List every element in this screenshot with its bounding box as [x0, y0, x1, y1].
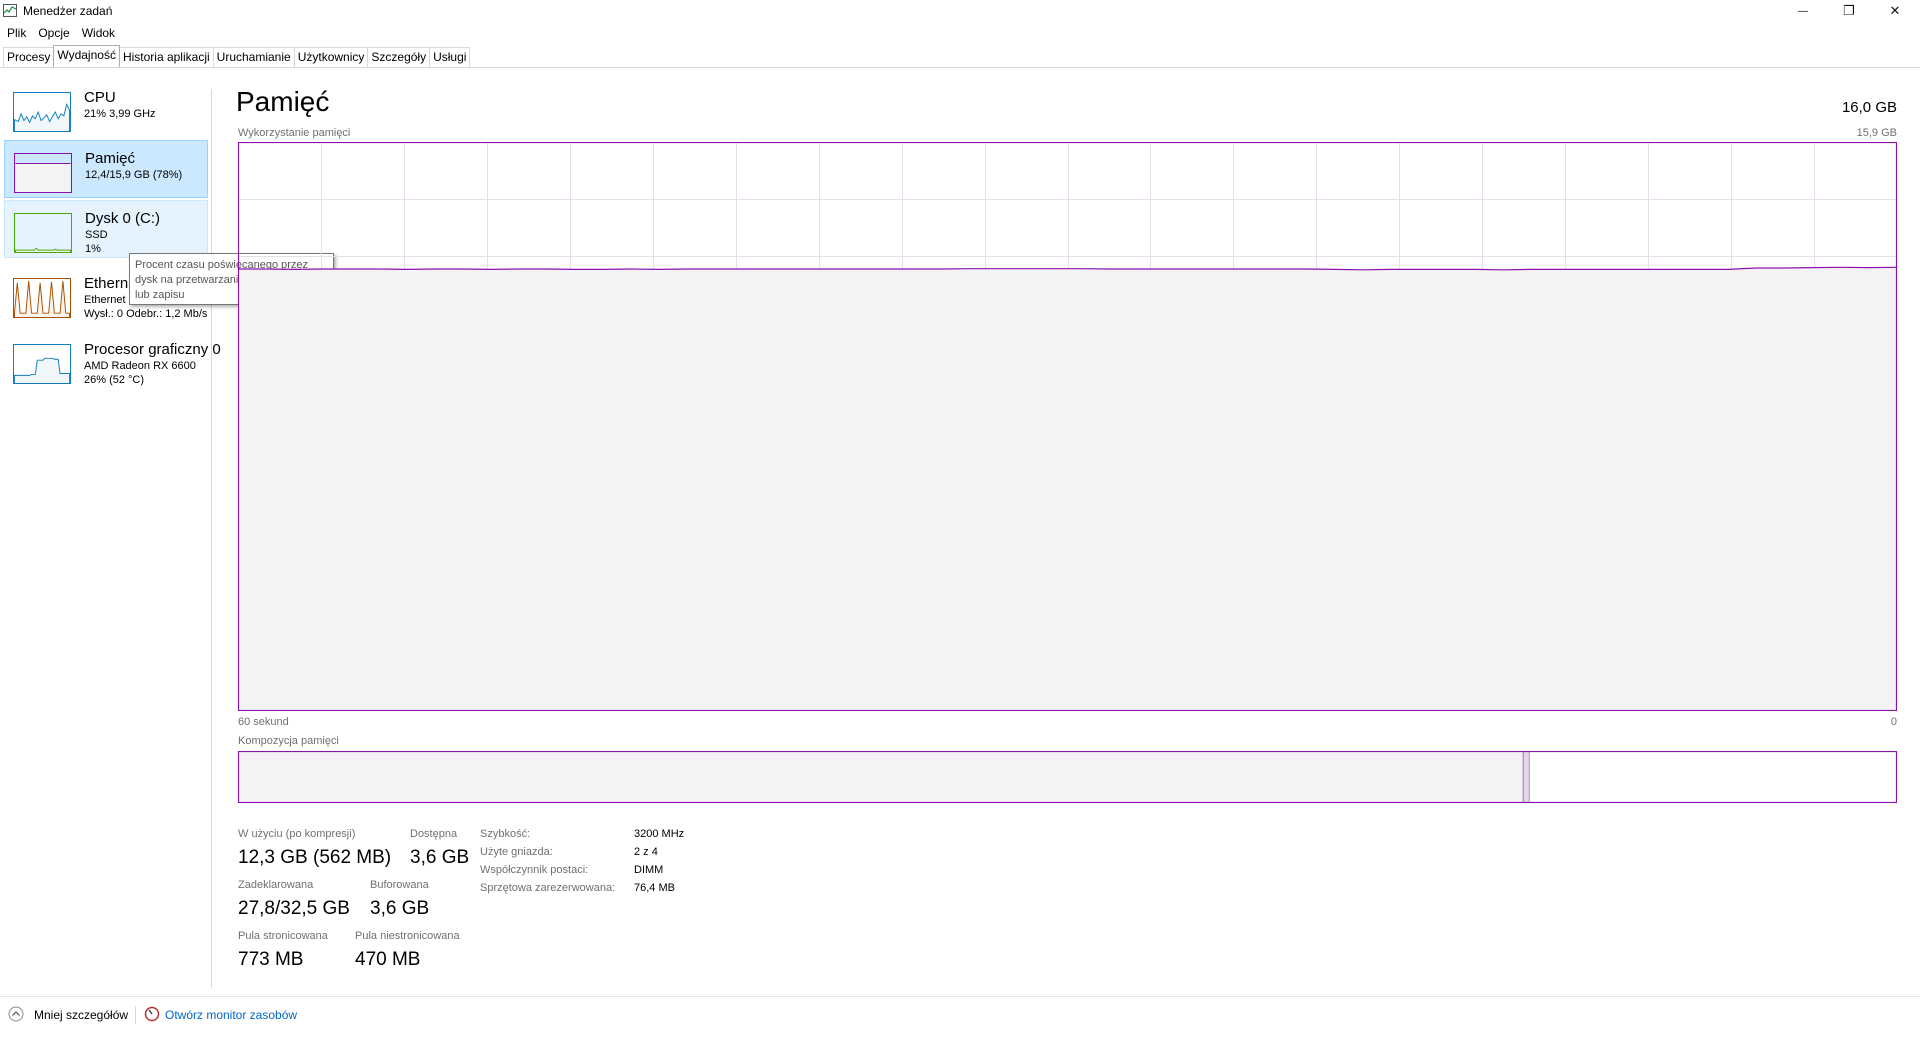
usage-graph-label: Wykorzystanie pamięci	[238, 127, 351, 139]
tab-strip: Procesy Wydajność Historia aplikacji Uru…	[3, 45, 471, 68]
speed-label: Szybkość:	[480, 828, 531, 840]
resource-monitor-icon[interactable]	[144, 1006, 160, 1022]
sidebar-disk-type: SSD	[85, 229, 108, 241]
tab-app-history[interactable]: Historia aplikacji	[118, 47, 214, 67]
tab-services[interactable]: Usługi	[429, 47, 471, 67]
task-manager-icon	[3, 4, 17, 17]
minimize-button[interactable]: —	[1780, 0, 1826, 22]
committed-value: 27,8/32,5 GB	[238, 898, 350, 919]
sidebar-ethernet-throughput: Wysł.: 0 Odebr.: 1,2 Mb/s	[84, 308, 208, 320]
composition-modified	[1523, 752, 1529, 802]
sidebar-memory-title: Pamięć	[85, 150, 136, 167]
footer-divider	[0, 996, 1920, 997]
sidebar-item-gpu[interactable]: Procesor graficzny 0 AMD Radeon RX 6600 …	[4, 332, 221, 390]
tab-performance[interactable]: Wydajność	[53, 45, 120, 68]
minimize-icon: —	[1798, 5, 1808, 17]
sidebar-cpu-title: CPU	[84, 89, 116, 106]
footer-separator	[135, 1006, 136, 1024]
time-axis-end: 0	[1890, 716, 1897, 728]
close-icon: ✕	[1889, 3, 1901, 18]
nonpaged-pool-value: 470 MB	[355, 949, 421, 970]
memory-usage-area	[238, 267, 1897, 711]
cached-label: Buforowana	[370, 879, 429, 891]
tab-startup[interactable]: Uruchamianie	[212, 47, 295, 67]
sidebar-gpu-model: AMD Radeon RX 6600	[84, 360, 196, 372]
nonpaged-pool-label: Pula niestronicowana	[355, 930, 460, 942]
tab-details[interactable]: Szczegóły	[367, 47, 431, 67]
hardware-reserved-value: 76,4 MB	[634, 882, 675, 894]
menu-view[interactable]: Widok	[75, 24, 120, 42]
paged-pool-value: 773 MB	[238, 949, 304, 970]
maximize-button[interactable]: ❐	[1826, 0, 1872, 22]
title-bar[interactable]: Menedżer zadań — ❐ ✕	[0, 0, 1920, 22]
usage-graph-max: 15,9 GB	[1856, 127, 1897, 139]
slots-value: 2 z 4	[634, 846, 658, 858]
memory-composition-bar	[238, 751, 1897, 803]
memory-thumbnail-graph	[14, 153, 72, 193]
available-label: Dostępna	[410, 828, 458, 840]
menu-options[interactable]: Opcje	[31, 24, 74, 42]
restore-icon: ❐	[1843, 3, 1855, 18]
window-title: Menedżer zadań	[23, 4, 113, 18]
composition-in-use	[239, 752, 1524, 802]
cached-value: 3,6 GB	[370, 898, 430, 919]
total-memory: 16,0 GB	[1841, 99, 1897, 116]
menu-bar: Plik Opcje Widok	[0, 24, 120, 42]
tab-processes[interactable]: Procesy	[3, 47, 55, 67]
close-button[interactable]: ✕	[1872, 0, 1918, 22]
in-use-value: 12,3 GB (562 MB)	[238, 847, 392, 868]
sidebar-item-memory[interactable]: Pamięć 12,4/15,9 GB (78%)	[4, 140, 208, 198]
sidebar-divider	[211, 89, 212, 988]
page-title: Pamięć	[236, 86, 330, 117]
menu-file[interactable]: Plik	[0, 24, 31, 42]
form-factor-label: Współczynnik postaci:	[480, 864, 589, 876]
sidebar-disk-usage: 1%	[85, 243, 101, 255]
sidebar-gpu-usage: 26% (52 °C)	[84, 374, 145, 386]
ethernet-thumbnail-graph	[13, 278, 71, 318]
sidebar-item-cpu[interactable]: CPU 21% 3,99 GHz	[4, 80, 208, 138]
time-axis-start: 60 sekund	[238, 716, 289, 728]
tab-users[interactable]: Użytkownicy	[293, 47, 369, 67]
sidebar-ethernet-adapter: Ethernet	[84, 294, 126, 306]
form-factor-value: DIMM	[634, 864, 664, 876]
disk-thumbnail-graph	[14, 213, 72, 253]
sidebar-gpu-title: Procesor graficzny 0	[84, 341, 221, 358]
available-value: 3,6 GB	[410, 847, 470, 868]
chevron-up-icon[interactable]	[8, 1006, 24, 1022]
paged-pool-label: Pula stronicowana	[238, 930, 328, 942]
hardware-reserved-label: Sprzętowa zarezerwowana:	[480, 882, 616, 894]
gpu-thumbnail-graph	[13, 344, 71, 384]
speed-value: 3200 MHz	[634, 828, 685, 840]
fewer-details-button[interactable]: Mniej szczegółów	[34, 1008, 128, 1022]
sidebar-cpu-usage: 21% 3,99 GHz	[84, 108, 156, 120]
composition-label: Kompozycja pamięci	[238, 735, 339, 747]
tab-divider	[0, 67, 1920, 68]
cpu-thumbnail-graph	[13, 92, 71, 132]
in-use-label: W użyciu (po kompresji)	[238, 828, 356, 840]
sidebar-disk-title: Dysk 0 (C:)	[85, 210, 160, 227]
slots-label: Użyte gniazda:	[480, 846, 553, 858]
sidebar-memory-usage: 12,4/15,9 GB (78%)	[85, 169, 183, 181]
committed-label: Zadeklarowana	[238, 879, 314, 891]
memory-usage-chart	[238, 142, 1897, 711]
sidebar-item-disk[interactable]: Dysk 0 (C:) SSD 1%	[4, 200, 208, 258]
open-resource-monitor-link[interactable]: Otwórz monitor zasobów	[165, 1008, 297, 1022]
